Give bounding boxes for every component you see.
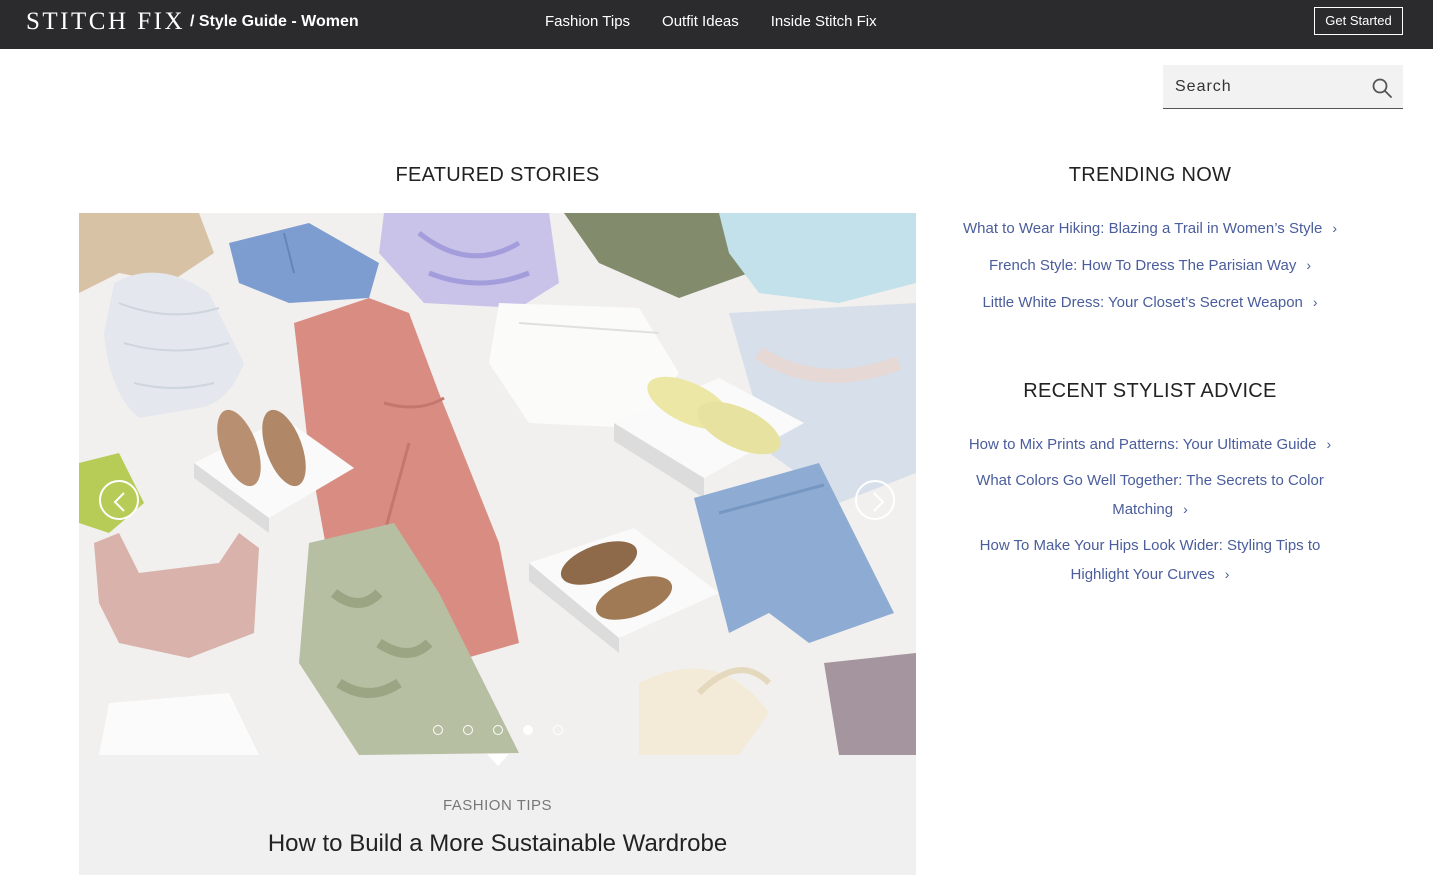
trending-link-text[interactable]: Little White Dress: Your Closet’s Secret… xyxy=(982,294,1302,311)
carousel-dot-active[interactable] xyxy=(523,725,533,735)
chevron-right-icon: › xyxy=(1312,294,1318,310)
trending-link-text[interactable]: What to Wear Hiking: Blazing a Trail in … xyxy=(963,220,1322,237)
get-started-button[interactable]: Get Started xyxy=(1314,7,1403,35)
carousel-dot[interactable] xyxy=(433,725,443,735)
nav-fashion-tips[interactable]: Fashion Tips xyxy=(545,12,630,32)
advice-link-text[interactable]: How To Make Your Hips Look Wider: Stylin… xyxy=(980,537,1321,583)
search-box xyxy=(1163,65,1403,109)
chevron-right-icon xyxy=(873,492,885,512)
nav-outfit-ideas[interactable]: Outfit Ideas xyxy=(662,12,739,32)
trending-link[interactable]: Little White Dress: Your Closet’s Secret… xyxy=(955,288,1345,317)
advice-link[interactable]: How to Mix Prints and Patterns: Your Ult… xyxy=(955,430,1345,459)
advice-links: How to Mix Prints and Patterns: Your Ult… xyxy=(955,430,1345,597)
advice-link-text[interactable]: How to Mix Prints and Patterns: Your Ult… xyxy=(969,436,1317,453)
chevron-right-icon: › xyxy=(1183,501,1188,517)
trending-link-text[interactable]: French Style: How To Dress The Parisian … xyxy=(989,257,1296,274)
recent-stylist-advice-heading: RECENT STYLIST ADVICE xyxy=(1023,380,1277,402)
main-nav: Fashion Tips Outfit Ideas Inside Stitch … xyxy=(545,12,877,32)
trending-links: What to Wear Hiking: Blazing a Trail in … xyxy=(955,214,1345,325)
advice-link[interactable]: What Colors Go Well Together: The Secret… xyxy=(955,467,1345,524)
trending-link[interactable]: French Style: How To Dress The Parisian … xyxy=(955,251,1345,280)
chevron-right-icon: › xyxy=(1306,257,1311,273)
search-icon[interactable] xyxy=(1371,77,1393,99)
carousel-next-button[interactable] xyxy=(855,480,895,520)
carousel-pagination xyxy=(433,725,563,735)
top-bar: STITCH FIX / Style Guide - Women Fashion… xyxy=(0,0,1433,49)
advice-link-text[interactable]: What Colors Go Well Together: The Secret… xyxy=(976,472,1324,518)
carousel-dot[interactable] xyxy=(463,725,473,735)
stitch-fix-logo[interactable]: STITCH FIX xyxy=(26,8,185,36)
caption-pointer xyxy=(487,754,509,766)
featured-carousel[interactable] xyxy=(79,213,916,755)
carousel-prev-button[interactable] xyxy=(99,480,139,520)
chevron-left-icon xyxy=(113,492,125,512)
chevron-right-icon: › xyxy=(1332,220,1337,236)
carousel-dot[interactable] xyxy=(553,725,563,735)
carousel-dot[interactable] xyxy=(493,725,503,735)
chevron-right-icon: › xyxy=(1326,436,1332,452)
nav-inside-stitch-fix[interactable]: Inside Stitch Fix xyxy=(771,12,877,32)
trending-link[interactable]: What to Wear Hiking: Blazing a Trail in … xyxy=(955,214,1345,243)
search-input[interactable] xyxy=(1175,75,1355,99)
style-guide-subtitle[interactable]: / Style Guide - Women xyxy=(190,12,359,32)
story-title[interactable]: How to Build a More Sustainable Wardrobe xyxy=(79,830,916,858)
trending-now-heading: TRENDING NOW xyxy=(1068,164,1232,186)
featured-story-image xyxy=(79,213,916,755)
story-category[interactable]: FASHION TIPS xyxy=(79,797,916,815)
featured-stories-heading: FEATURED STORIES xyxy=(395,164,600,186)
advice-link[interactable]: How To Make Your Hips Look Wider: Stylin… xyxy=(955,532,1345,589)
chevron-right-icon: › xyxy=(1224,566,1230,582)
